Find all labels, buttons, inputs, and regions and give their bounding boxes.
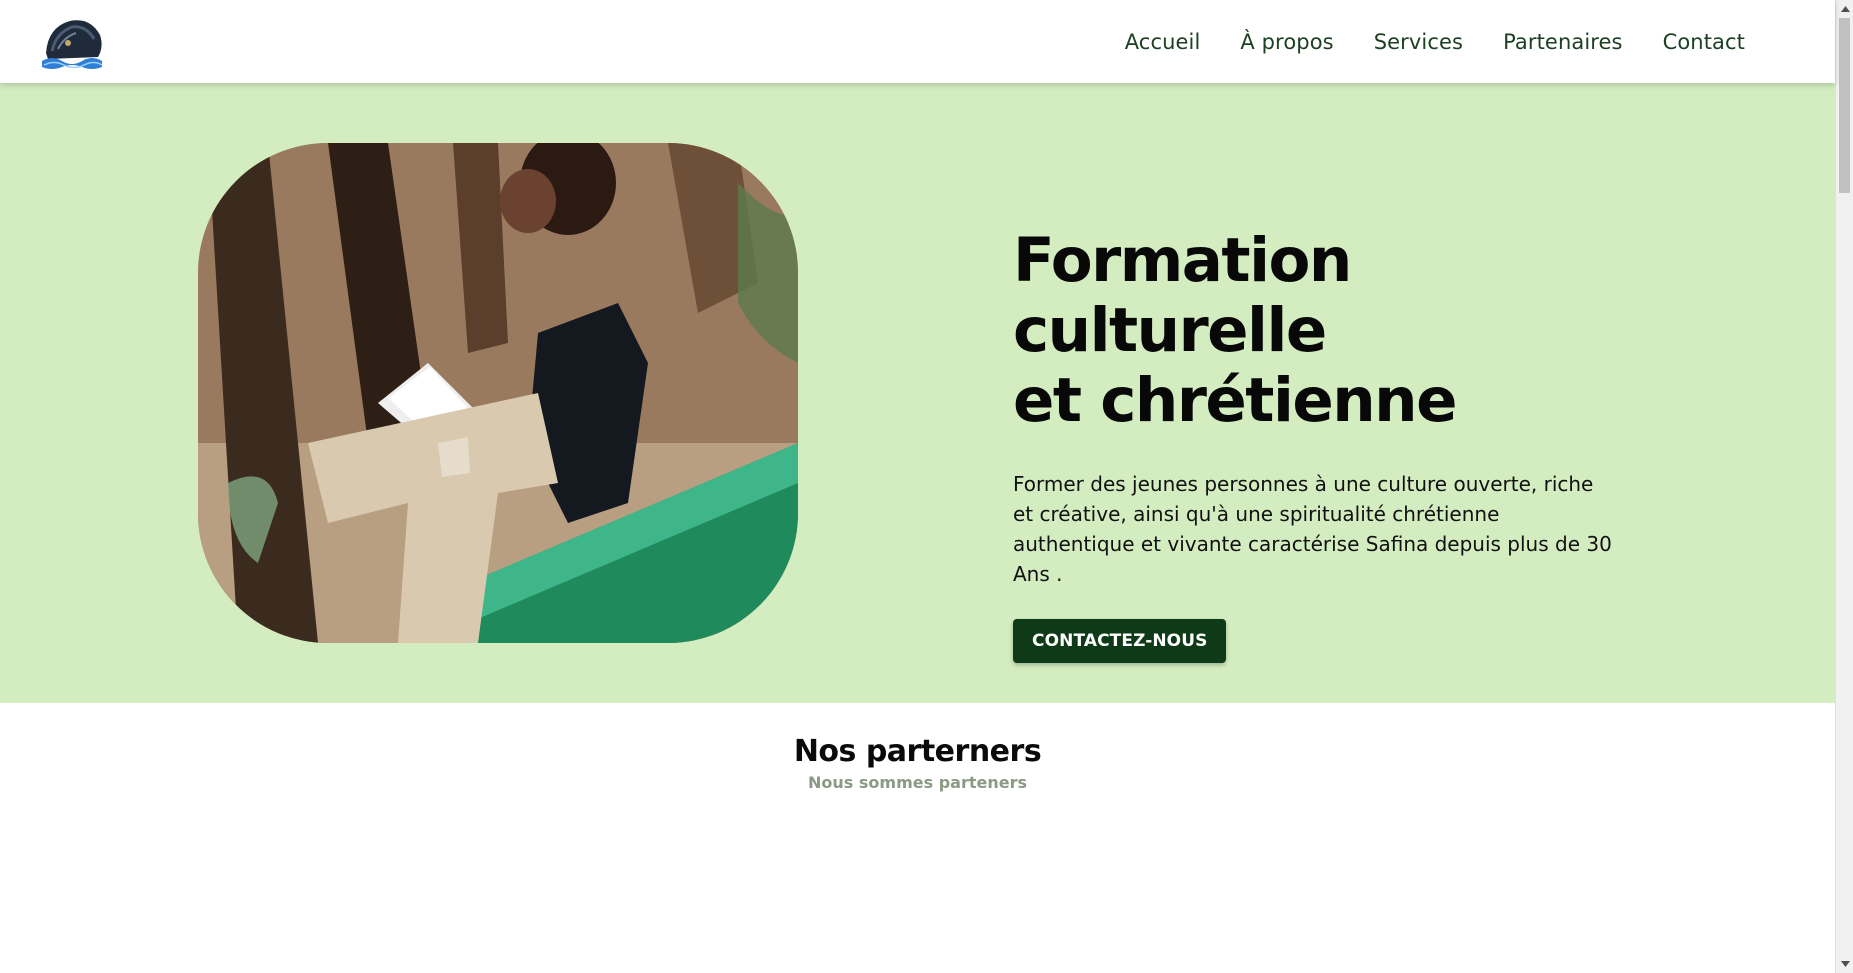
hero-title: Formation culturelle et chrétienne xyxy=(1013,226,1653,436)
page: Accueil À propos Services Partenaires Co… xyxy=(0,0,1853,973)
logo-link[interactable] xyxy=(38,13,106,71)
hero-title-line-1: Formation culturelle xyxy=(1013,225,1352,366)
main-nav: Accueil À propos Services Partenaires Co… xyxy=(1125,30,1745,54)
partners-section: Nos parterners Nous sommes parteners xyxy=(0,703,1835,973)
nav-link-partenaires[interactable]: Partenaires xyxy=(1503,30,1623,54)
hero-title-line-2: et chrétienne xyxy=(1013,365,1457,436)
scrollbar-thumb[interactable] xyxy=(1839,18,1850,193)
scroll-down-button[interactable] xyxy=(1836,955,1853,973)
hero-section: Formation culturelle et chrétienne Forme… xyxy=(0,83,1835,703)
triangle-down-icon xyxy=(1840,961,1850,967)
vertical-scrollbar[interactable] xyxy=(1835,0,1853,973)
triangle-up-icon xyxy=(1840,6,1850,12)
hero-photo xyxy=(198,143,798,643)
partners-title: Nos parterners xyxy=(793,734,1042,769)
hero-description: Former des jeunes personnes à une cultur… xyxy=(1013,472,1612,586)
nav-link-contact[interactable]: Contact xyxy=(1663,30,1745,54)
nav-link-a-propos[interactable]: À propos xyxy=(1240,30,1333,54)
hero-content: Formation culturelle et chrétienne Forme… xyxy=(1013,226,1653,663)
safina-ship-logo-icon xyxy=(42,19,103,69)
person-reading-photo xyxy=(198,143,798,643)
nav-link-services[interactable]: Services xyxy=(1374,30,1463,54)
site-header: Accueil À propos Services Partenaires Co… xyxy=(0,0,1835,83)
partners-subtitle: Nous sommes parteners xyxy=(808,773,1027,792)
contact-us-button[interactable]: CONTACTEZ-NOUS xyxy=(1013,619,1227,663)
scroll-up-button[interactable] xyxy=(1836,0,1853,18)
nav-link-accueil[interactable]: Accueil xyxy=(1125,30,1201,54)
